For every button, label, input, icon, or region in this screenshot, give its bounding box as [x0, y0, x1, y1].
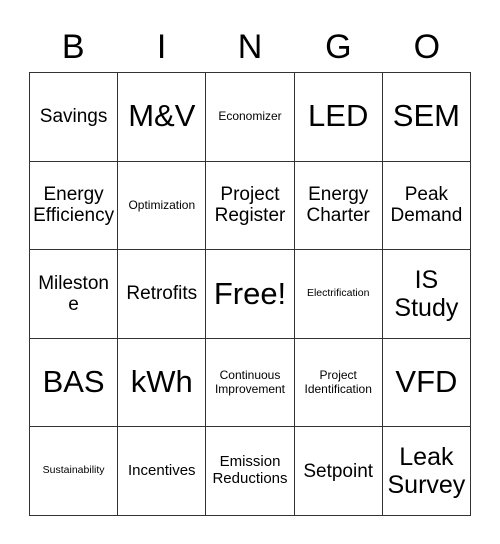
- bingo-cell-label: Electrification: [306, 287, 370, 300]
- bingo-cell[interactable]: M&V: [118, 73, 207, 162]
- bingo-cell-label: Savings: [39, 106, 108, 128]
- bingo-cell-label: Economizer: [218, 109, 282, 124]
- bingo-cell-label: Sustainability: [42, 464, 105, 477]
- bingo-header-letter-o: O: [413, 28, 441, 66]
- bingo-card: B I N G O Savings M&V Economizer LED SEM Ener…: [29, 22, 471, 516]
- bingo-cell-label: Project Identification: [304, 368, 372, 396]
- bingo-cell[interactable]: Sustainability: [30, 427, 119, 516]
- bingo-cell[interactable]: Electrification: [294, 250, 383, 339]
- bingo-cell[interactable]: LED: [294, 73, 383, 162]
- bingo-cell-label: LED: [308, 98, 369, 134]
- bingo-header-letter-b: B: [61, 28, 85, 66]
- bingo-cell[interactable]: kWh: [118, 338, 207, 428]
- bingo-cell[interactable]: Savings: [30, 73, 119, 162]
- bingo-cell-label: Peak Demand: [390, 184, 463, 227]
- bingo-cell[interactable]: Continuous Improvement: [206, 338, 295, 428]
- bingo-cell[interactable]: BAS: [30, 338, 119, 428]
- bingo-cell-label: Continuous Improvement: [214, 368, 285, 396]
- bingo-cell[interactable]: Milestone: [30, 250, 119, 339]
- bingo-cell-label: Retrofits: [126, 283, 198, 305]
- bingo-header-letter-g: G: [325, 28, 352, 66]
- bingo-cell[interactable]: Optimization: [118, 161, 207, 251]
- bingo-cell-label: Incentives: [128, 461, 196, 479]
- bingo-cell[interactable]: Setpoint: [294, 427, 383, 516]
- bingo-cell-label: IS Study: [394, 265, 459, 322]
- bingo-cell[interactable]: SEM: [382, 73, 471, 162]
- bingo-cell[interactable]: Emission Reductions: [206, 427, 295, 516]
- bingo-cell-label: Free!: [213, 275, 287, 311]
- bingo-cell-label: Project Register: [214, 184, 286, 227]
- bingo-cell[interactable]: Project Register: [206, 161, 295, 251]
- bingo-cell[interactable]: IS Study: [382, 250, 471, 339]
- bingo-cell-label: BAS: [42, 364, 105, 400]
- bingo-cell[interactable]: Leak Survey: [382, 427, 471, 516]
- bingo-cell[interactable]: Peak Demand: [382, 161, 471, 251]
- bingo-cell-label: Leak Survey: [387, 443, 466, 500]
- bingo-cell-label: kWh: [130, 364, 193, 400]
- bingo-header-letter-n: N: [237, 28, 263, 66]
- bingo-cell-label: VFD: [395, 364, 458, 400]
- bingo-cell[interactable]: Project Identification: [294, 338, 383, 428]
- bingo-grid: Savings M&V Economizer LED SEM Energy Efficie…: [29, 72, 471, 516]
- bingo-cell-label: Setpoint: [303, 460, 374, 482]
- bingo-cell-label: SEM: [392, 98, 460, 134]
- bingo-cell-label: Milestone: [38, 272, 109, 315]
- bingo-cell[interactable]: Economizer: [206, 73, 295, 162]
- bingo-cell-label: Emission Reductions: [212, 453, 288, 488]
- bingo-header-letter-i: I: [156, 28, 167, 66]
- bingo-cell-label: Energy Charter: [306, 184, 370, 227]
- bingo-cell[interactable]: Free!: [206, 250, 295, 339]
- bingo-cell[interactable]: Energy Efficiency: [30, 161, 119, 251]
- bingo-header-row: B I N G O: [29, 22, 471, 72]
- bingo-cell-label: M&V: [128, 98, 196, 134]
- bingo-cell-label: Energy Efficiency: [33, 184, 115, 227]
- bingo-cell[interactable]: Incentives: [118, 427, 207, 516]
- bingo-cell[interactable]: VFD: [382, 338, 471, 428]
- bingo-cell[interactable]: Retrofits: [118, 250, 207, 339]
- bingo-cell[interactable]: Energy Charter: [294, 161, 383, 251]
- bingo-cell-label: Optimization: [128, 197, 196, 212]
